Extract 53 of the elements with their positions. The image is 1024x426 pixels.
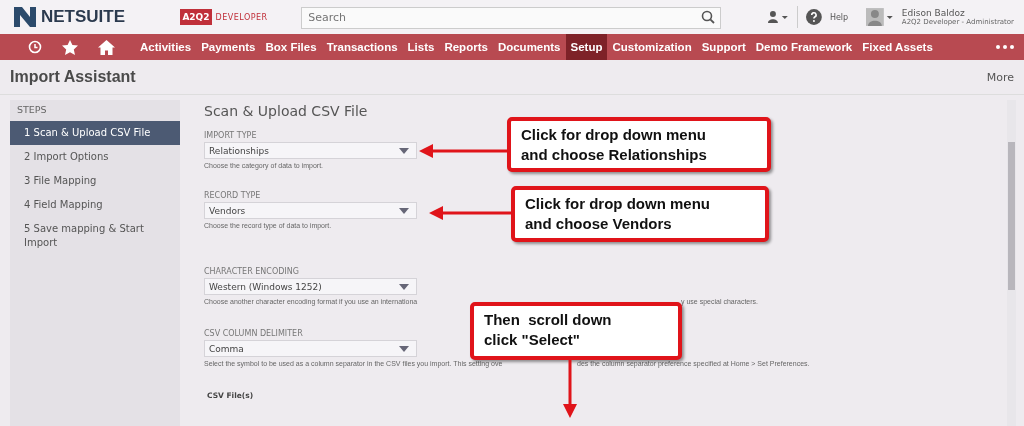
field-label: CSV COLUMN DELIMITER [204,329,304,338]
caret-icon [399,345,409,352]
badge-tagline: DEVELOPER [215,12,268,22]
field-label: IMPORT TYPE [204,131,258,140]
search-field[interactable]: Search [301,6,722,29]
nav-tab[interactable]: Setup [565,34,608,60]
caret-icon [399,147,409,154]
nav-tab[interactable]: Reports [439,34,493,60]
logo-icon [14,7,36,27]
nav-tab[interactable]: Support [696,34,751,60]
search-icon[interactable] [701,10,716,24]
step-item[interactable]: 5 Save mapping & Start Import [10,217,180,255]
user-name: Edison Baldoz [901,8,966,18]
step-item[interactable]: 2 Import Options [10,145,180,169]
home-icon[interactable] [98,39,115,55]
nav-tab[interactable]: Payments [196,34,261,60]
nav-tab[interactable]: Lists [402,34,440,60]
steps-heading: STEPS [16,104,48,117]
more-link[interactable]: More [986,70,1014,84]
dropdown-field[interactable]: Vendors [204,202,417,219]
dropdown-field[interactable]: Comma [204,340,417,357]
nav-tab[interactable]: Demo Framework [750,34,858,60]
clock-icon[interactable] [28,40,42,54]
logo-text: NETSUITE [41,7,126,27]
caret-icon [399,207,409,214]
field-label: CHARACTER ENCODING [204,267,300,276]
dropdown-field[interactable]: Relationships [204,142,417,159]
people-dropdown-icon[interactable] [767,10,790,24]
nav-tab[interactable]: Transactions [321,34,403,60]
nav-tab[interactable]: Documents [492,34,566,60]
step-item[interactable]: 3 File Mapping [10,169,180,193]
more-icon[interactable] [996,45,1014,49]
caret-icon [399,283,409,290]
section-title: Scan & Upload CSV File [204,103,368,119]
nav-tab[interactable]: Customization [607,34,697,60]
callout-note: Click for drop down menu and choose Vendors [511,186,769,242]
field-label: RECORD TYPE [204,191,262,200]
scrollbar[interactable] [1007,100,1016,426]
help-icon[interactable] [806,9,822,25]
nav-tab[interactable]: Fixed Assets [857,34,938,60]
step-item[interactable]: 4 Field Mapping [10,193,180,217]
badge-logo: A2Q2 [180,9,212,25]
help-link[interactable]: Help [829,12,849,22]
star-icon[interactable] [62,39,78,55]
callout-note: Then scroll down click "Select" [470,302,682,360]
avatar-icon[interactable] [866,8,894,26]
nav-tab[interactable]: Box Files [260,34,322,60]
callout-note: Click for drop down menu and choose Relationships [507,117,771,172]
step-item[interactable]: 1 Scan & Upload CSV File [10,121,180,145]
dropdown-field[interactable]: Western (Windows 1252) [204,278,417,295]
nav-tab[interactable]: Activities [135,34,197,60]
arrow [563,358,577,418]
page-title: Import Assistant [10,68,136,86]
